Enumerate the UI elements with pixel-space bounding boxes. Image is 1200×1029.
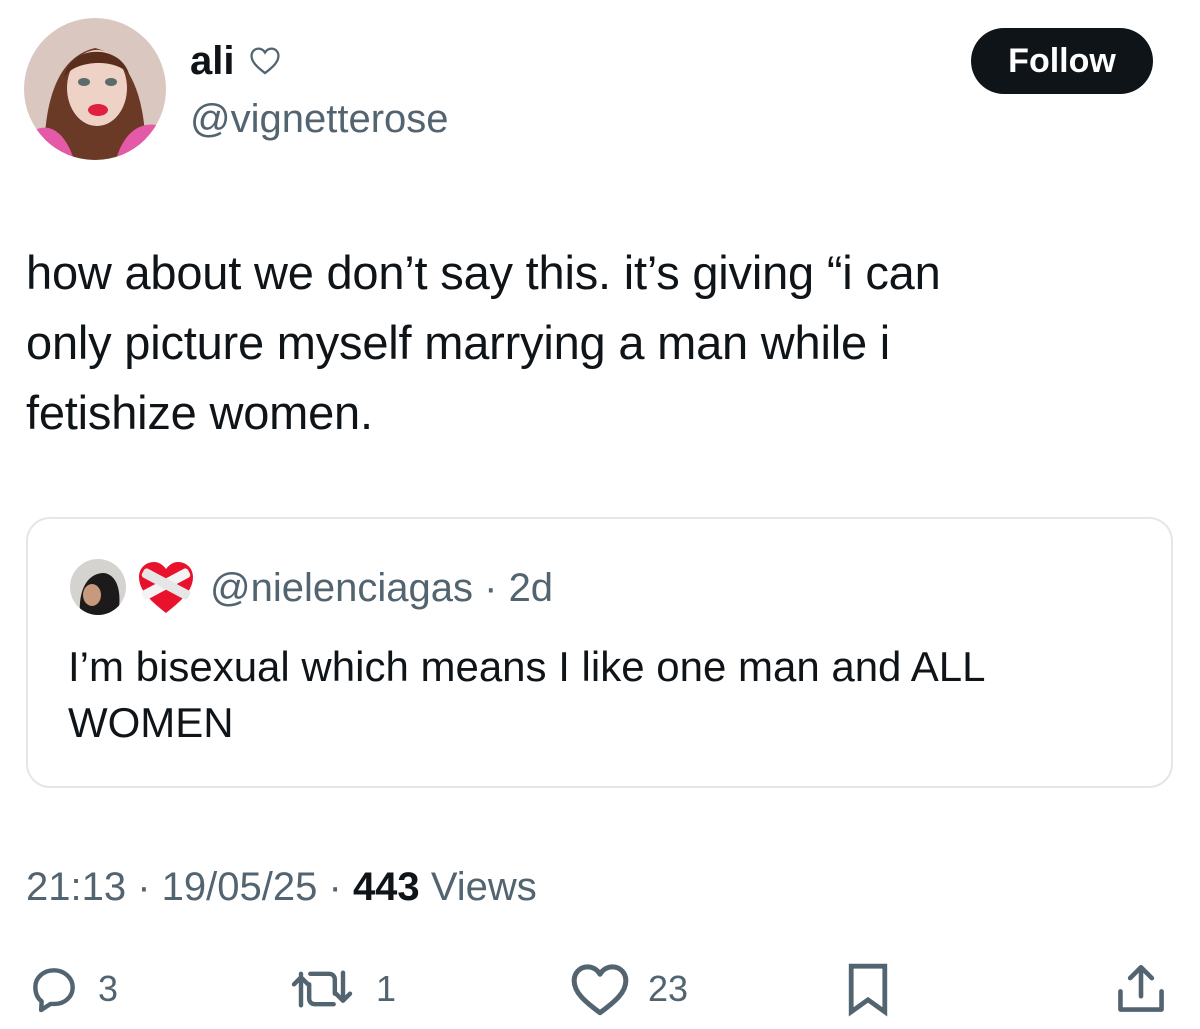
tweet-time[interactable]: 21:13 [26, 865, 126, 909]
meta-separator: · [328, 865, 353, 909]
share-button[interactable] [1112, 960, 1170, 1018]
reply-count: 3 [98, 968, 119, 1009]
author-display-name[interactable]: ali [190, 38, 234, 84]
bookmark-button[interactable] [844, 960, 892, 1018]
quoted-handle-row: @nielenciagas · 2d [210, 565, 553, 611]
quoted-author-handle[interactable]: @nielenciagas [210, 566, 473, 610]
repost-count: 1 [376, 968, 397, 1009]
meta-separator: · [137, 865, 162, 909]
tweet-date[interactable]: 19/05/25 [162, 865, 318, 909]
tweet-text: how about we don’t say this. it’s giving… [26, 246, 941, 439]
like-button[interactable]: 23 [568, 960, 688, 1018]
author-avatar[interactable] [24, 18, 166, 160]
like-count: 23 [648, 968, 689, 1009]
quoted-tweet-card[interactable]: @nielenciagas · 2d I’m bisexual which me… [26, 517, 1173, 788]
quoted-avatar-photo-icon [70, 559, 126, 615]
views-label: Views [430, 865, 537, 909]
author-handle[interactable]: @vignetterose [190, 96, 449, 142]
bookmark-icon [848, 963, 888, 1017]
author-name-row: ali [190, 38, 282, 84]
heart-icon [571, 964, 629, 1016]
follow-button[interactable]: Follow [971, 28, 1153, 94]
reply-icon [33, 968, 75, 1013]
repost-icon [291, 970, 353, 1008]
quoted-tweet-age[interactable]: 2d [509, 566, 554, 610]
quoted-separator: · [484, 566, 509, 610]
white-heart-icon [250, 47, 281, 75]
views-count: 443 [352, 865, 420, 909]
share-icon [1118, 964, 1164, 1012]
mending-heart-icon [139, 562, 193, 613]
reply-button[interactable]: 3 [26, 960, 118, 1018]
tweet-meta: 21:13 · 19/05/25 · 443 Views [26, 864, 537, 910]
quoted-tweet-text: I’m bisexual which means I like one man … [68, 643, 986, 746]
avatar-photo-icon [24, 18, 166, 160]
quoted-author-avatar[interactable] [70, 559, 126, 615]
repost-button[interactable]: 1 [284, 960, 396, 1018]
